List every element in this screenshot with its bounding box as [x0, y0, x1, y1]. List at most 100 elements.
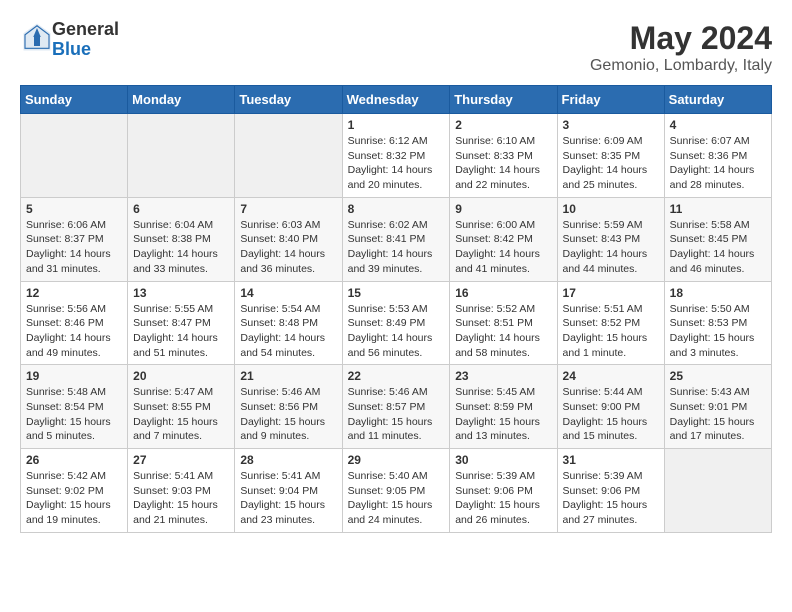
- day-info: Sunrise: 5:58 AM Sunset: 8:45 PM Dayligh…: [670, 218, 766, 277]
- calendar-cell: 15 Sunrise: 5:53 AM Sunset: 8:49 PM Dayli…: [342, 281, 450, 365]
- day-number: 6: [133, 202, 229, 216]
- calendar-cell: 30 Sunrise: 5:39 AM Sunset: 9:06 PM Dayli…: [450, 449, 557, 533]
- day-number: 22: [348, 369, 445, 383]
- day-number: 13: [133, 286, 229, 300]
- day-info: Sunrise: 5:52 AM Sunset: 8:51 PM Dayligh…: [455, 302, 551, 361]
- day-number: 10: [563, 202, 659, 216]
- day-number: 27: [133, 453, 229, 467]
- calendar-cell: 10 Sunrise: 5:59 AM Sunset: 8:43 PM Dayli…: [557, 197, 664, 281]
- day-number: 4: [670, 118, 766, 132]
- weekday-header: Sunday: [21, 86, 128, 114]
- calendar-cell: [664, 449, 771, 533]
- day-number: 1: [348, 118, 445, 132]
- day-number: 23: [455, 369, 551, 383]
- day-number: 18: [670, 286, 766, 300]
- day-info: Sunrise: 5:42 AM Sunset: 9:02 PM Dayligh…: [26, 469, 122, 528]
- day-info: Sunrise: 5:44 AM Sunset: 9:00 PM Dayligh…: [563, 385, 659, 444]
- day-number: 8: [348, 202, 445, 216]
- calendar-cell: 4 Sunrise: 6:07 AM Sunset: 8:36 PM Daylig…: [664, 114, 771, 198]
- day-number: 30: [455, 453, 551, 467]
- day-info: Sunrise: 5:50 AM Sunset: 8:53 PM Dayligh…: [670, 302, 766, 361]
- calendar-cell: 26 Sunrise: 5:42 AM Sunset: 9:02 PM Dayli…: [21, 449, 128, 533]
- day-number: 19: [26, 369, 122, 383]
- day-info: Sunrise: 6:09 AM Sunset: 8:35 PM Dayligh…: [563, 134, 659, 193]
- day-info: Sunrise: 5:43 AM Sunset: 9:01 PM Dayligh…: [670, 385, 766, 444]
- weekday-header: Friday: [557, 86, 664, 114]
- calendar-week-row: 19 Sunrise: 5:48 AM Sunset: 8:54 PM Dayli…: [21, 365, 772, 449]
- calendar-cell: 28Sunrise: 5:41 AM Sunset: 9:04 PM Dayli…: [235, 449, 342, 533]
- day-info: Sunrise: 5:39 AM Sunset: 9:06 PM Dayligh…: [455, 469, 551, 528]
- calendar-cell: 14Sunrise: 5:54 AM Sunset: 8:48 PM Dayli…: [235, 281, 342, 365]
- day-info: Sunrise: 5:48 AM Sunset: 8:54 PM Dayligh…: [26, 385, 122, 444]
- day-info: Sunrise: 5:39 AM Sunset: 9:06 PM Dayligh…: [563, 469, 659, 528]
- calendar-cell: 23 Sunrise: 5:45 AM Sunset: 8:59 PM Dayli…: [450, 365, 557, 449]
- day-number: 15: [348, 286, 445, 300]
- logo-text: General Blue: [52, 20, 119, 60]
- day-info: Sunrise: 6:04 AM Sunset: 8:38 PM Dayligh…: [133, 218, 229, 277]
- logo-blue: Blue: [52, 39, 91, 59]
- calendar-cell: 3Sunrise: 6:09 AM Sunset: 8:35 PM Daylig…: [557, 114, 664, 198]
- calendar-cell: 6 Sunrise: 6:04 AM Sunset: 8:38 PM Daylig…: [128, 197, 235, 281]
- day-info: Sunrise: 5:56 AM Sunset: 8:46 PM Dayligh…: [26, 302, 122, 361]
- day-number: 26: [26, 453, 122, 467]
- page-header: General Blue May 2024 Gemonio, Lombardy,…: [20, 20, 772, 75]
- day-number: 2: [455, 118, 551, 132]
- calendar-cell: 20 Sunrise: 5:47 AM Sunset: 8:55 PM Dayli…: [128, 365, 235, 449]
- weekday-header: Wednesday: [342, 86, 450, 114]
- calendar-cell: 7Sunrise: 6:03 AM Sunset: 8:40 PM Daylig…: [235, 197, 342, 281]
- day-info: Sunrise: 6:00 AM Sunset: 8:42 PM Dayligh…: [455, 218, 551, 277]
- day-number: 9: [455, 202, 551, 216]
- calendar-cell: 16Sunrise: 5:52 AM Sunset: 8:51 PM Dayli…: [450, 281, 557, 365]
- weekday-header: Saturday: [664, 86, 771, 114]
- calendar-cell: 25Sunrise: 5:43 AM Sunset: 9:01 PM Dayli…: [664, 365, 771, 449]
- calendar-cell: 13Sunrise: 5:55 AM Sunset: 8:47 PM Dayli…: [128, 281, 235, 365]
- day-info: Sunrise: 5:46 AM Sunset: 8:57 PM Dayligh…: [348, 385, 445, 444]
- day-number: 24: [563, 369, 659, 383]
- calendar-cell: 5Sunrise: 6:06 AM Sunset: 8:37 PM Daylig…: [21, 197, 128, 281]
- day-info: Sunrise: 5:47 AM Sunset: 8:55 PM Dayligh…: [133, 385, 229, 444]
- weekday-header: Thursday: [450, 86, 557, 114]
- calendar-week-row: 1 Sunrise: 6:12 AM Sunset: 8:32 PM Daylig…: [21, 114, 772, 198]
- calendar-cell: 18 Sunrise: 5:50 AM Sunset: 8:53 PM Dayli…: [664, 281, 771, 365]
- day-number: 12: [26, 286, 122, 300]
- day-info: Sunrise: 5:45 AM Sunset: 8:59 PM Dayligh…: [455, 385, 551, 444]
- day-info: Sunrise: 5:46 AM Sunset: 8:56 PM Dayligh…: [240, 385, 336, 444]
- day-info: Sunrise: 6:07 AM Sunset: 8:36 PM Dayligh…: [670, 134, 766, 193]
- day-info: Sunrise: 6:02 AM Sunset: 8:41 PM Dayligh…: [348, 218, 445, 277]
- day-info: Sunrise: 5:41 AM Sunset: 9:03 PM Dayligh…: [133, 469, 229, 528]
- calendar-cell: 29Sunrise: 5:40 AM Sunset: 9:05 PM Dayli…: [342, 449, 450, 533]
- calendar-cell: [235, 114, 342, 198]
- day-number: 21: [240, 369, 336, 383]
- day-number: 20: [133, 369, 229, 383]
- day-info: Sunrise: 6:10 AM Sunset: 8:33 PM Dayligh…: [455, 134, 551, 193]
- day-number: 11: [670, 202, 766, 216]
- calendar-table: SundayMondayTuesdayWednesdayThursdayFrid…: [20, 85, 772, 533]
- day-info: Sunrise: 5:59 AM Sunset: 8:43 PM Dayligh…: [563, 218, 659, 277]
- calendar-cell: 19 Sunrise: 5:48 AM Sunset: 8:54 PM Dayli…: [21, 365, 128, 449]
- day-number: 7: [240, 202, 336, 216]
- calendar-cell: 27 Sunrise: 5:41 AM Sunset: 9:03 PM Dayli…: [128, 449, 235, 533]
- day-number: 31: [563, 453, 659, 467]
- calendar-cell: 8 Sunrise: 6:02 AM Sunset: 8:41 PM Daylig…: [342, 197, 450, 281]
- logo-icon: [22, 22, 52, 52]
- calendar-cell: 21 Sunrise: 5:46 AM Sunset: 8:56 PM Dayli…: [235, 365, 342, 449]
- calendar-cell: 22 Sunrise: 5:46 AM Sunset: 8:57 PM Dayli…: [342, 365, 450, 449]
- day-info: Sunrise: 6:12 AM Sunset: 8:32 PM Dayligh…: [348, 134, 445, 193]
- month-title: May 2024: [590, 20, 772, 57]
- calendar-cell: 9 Sunrise: 6:00 AM Sunset: 8:42 PM Daylig…: [450, 197, 557, 281]
- calendar-week-row: 5Sunrise: 6:06 AM Sunset: 8:37 PM Daylig…: [21, 197, 772, 281]
- calendar-cell: 1 Sunrise: 6:12 AM Sunset: 8:32 PM Daylig…: [342, 114, 450, 198]
- weekday-header-row: SundayMondayTuesdayWednesdayThursdayFrid…: [21, 86, 772, 114]
- location: Gemonio, Lombardy, Italy: [590, 57, 772, 75]
- day-number: 29: [348, 453, 445, 467]
- logo: General Blue: [20, 20, 119, 60]
- day-info: Sunrise: 6:06 AM Sunset: 8:37 PM Dayligh…: [26, 218, 122, 277]
- day-info: Sunrise: 5:41 AM Sunset: 9:04 PM Dayligh…: [240, 469, 336, 528]
- title-area: May 2024 Gemonio, Lombardy, Italy: [590, 20, 772, 75]
- calendar-cell: 11 Sunrise: 5:58 AM Sunset: 8:45 PM Dayli…: [664, 197, 771, 281]
- weekday-header: Tuesday: [235, 86, 342, 114]
- calendar-cell: 24 Sunrise: 5:44 AM Sunset: 9:00 PM Dayli…: [557, 365, 664, 449]
- logo-general: General: [52, 19, 119, 39]
- calendar-week-row: 26 Sunrise: 5:42 AM Sunset: 9:02 PM Dayli…: [21, 449, 772, 533]
- day-info: Sunrise: 5:53 AM Sunset: 8:49 PM Dayligh…: [348, 302, 445, 361]
